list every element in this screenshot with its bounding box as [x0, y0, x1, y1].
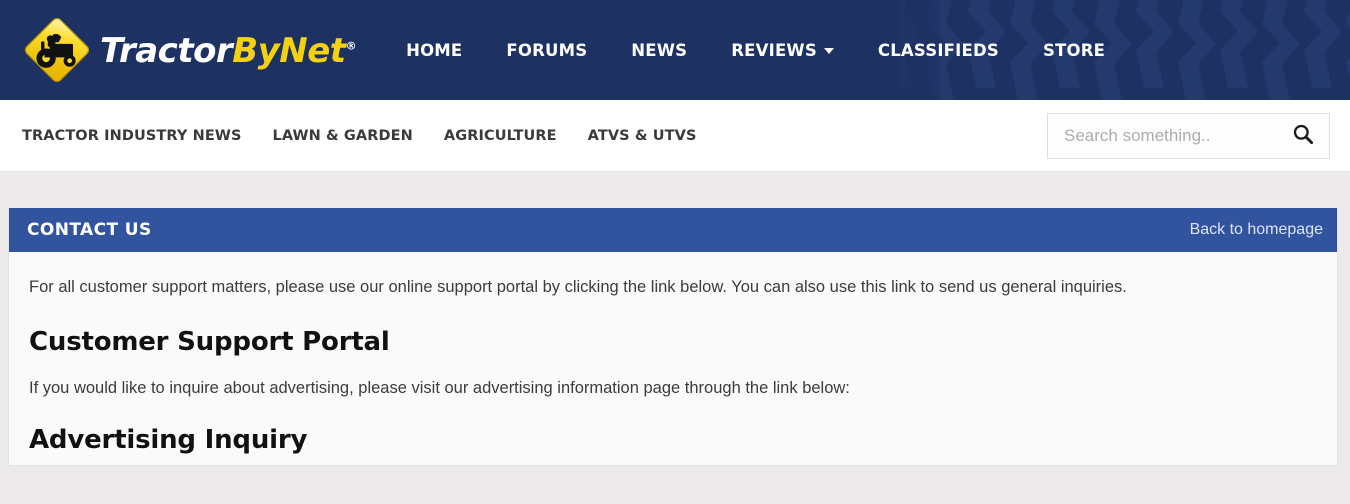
- nav-item-forums[interactable]: FORUMS: [484, 41, 609, 60]
- nav-label: FORUMS: [506, 40, 588, 60]
- main-navigation: HOME FORUMS NEWS REVIEWS CLASSIFIEDS STO…: [384, 41, 1127, 60]
- content-shell: CONTACT US Back to homepage For all cust…: [0, 208, 1350, 467]
- advertising-paragraph: If you would like to inquire about adver…: [29, 378, 850, 397]
- subnav-item-lawn-and-garden[interactable]: LAWN & GARDEN: [273, 128, 444, 144]
- subnav-item-tractor-industry-news[interactable]: TRACTOR INDUSTRY NEWS: [22, 128, 273, 144]
- panel-body: For all customer support matters, please…: [9, 252, 1337, 466]
- site-logo-link[interactable]: TractorByNet®: [20, 13, 357, 87]
- secondary-nav-links: TRACTOR INDUSTRY NEWS LAWN & GARDEN AGRI…: [22, 128, 1047, 144]
- support-paragraph: For all customer support matters, please…: [29, 278, 1127, 296]
- registered-mark-icon: ®: [345, 39, 357, 53]
- site-logo-text: TractorByNet®: [100, 31, 357, 71]
- nav-item-classifieds[interactable]: CLASSIFIEDS: [856, 41, 1021, 60]
- nav-item-home[interactable]: HOME: [384, 41, 484, 60]
- panel-header: CONTACT US Back to homepage: [9, 208, 1337, 252]
- nav-item-store[interactable]: STORE: [1021, 41, 1127, 60]
- search-button[interactable]: [1283, 116, 1323, 156]
- logo-text-tractor: Tractor: [100, 31, 233, 71]
- nav-label: NEWS: [631, 40, 688, 60]
- nav-label: REVIEWS: [731, 40, 817, 60]
- nav-item-news[interactable]: NEWS: [609, 41, 709, 60]
- nav-label: STORE: [1042, 40, 1106, 60]
- contact-us-panel: CONTACT US Back to homepage For all cust…: [8, 208, 1338, 467]
- search-box: [1047, 112, 1330, 159]
- search-icon: [1292, 123, 1314, 148]
- subnav-item-atvs-and-utvs[interactable]: ATVS & UTVS: [588, 128, 728, 144]
- heading-customer-support-portal: Customer Support Portal: [29, 326, 390, 357]
- back-to-homepage-link[interactable]: Back to homepage: [1190, 221, 1323, 239]
- site-header: TractorByNet® HOME FORUMS NEWS REVIEWS C…: [0, 0, 1350, 100]
- nav-item-reviews[interactable]: REVIEWS: [709, 41, 856, 60]
- chevron-down-icon: [823, 48, 834, 54]
- page-title: CONTACT US: [27, 220, 152, 240]
- heading-advertising-inquiry: Advertising Inquiry: [29, 425, 308, 456]
- logo-text-bynet: ByNet: [232, 31, 346, 71]
- subnav-item-agriculture[interactable]: AGRICULTURE: [444, 128, 588, 144]
- nav-label: HOME: [406, 40, 463, 60]
- page-gutter: [0, 172, 1350, 208]
- tractor-diamond-icon: [20, 13, 94, 87]
- secondary-navigation: TRACTOR INDUSTRY NEWS LAWN & GARDEN AGRI…: [0, 100, 1350, 172]
- nav-label: CLASSIFIEDS: [877, 40, 999, 60]
- search-input[interactable]: [1062, 124, 1283, 147]
